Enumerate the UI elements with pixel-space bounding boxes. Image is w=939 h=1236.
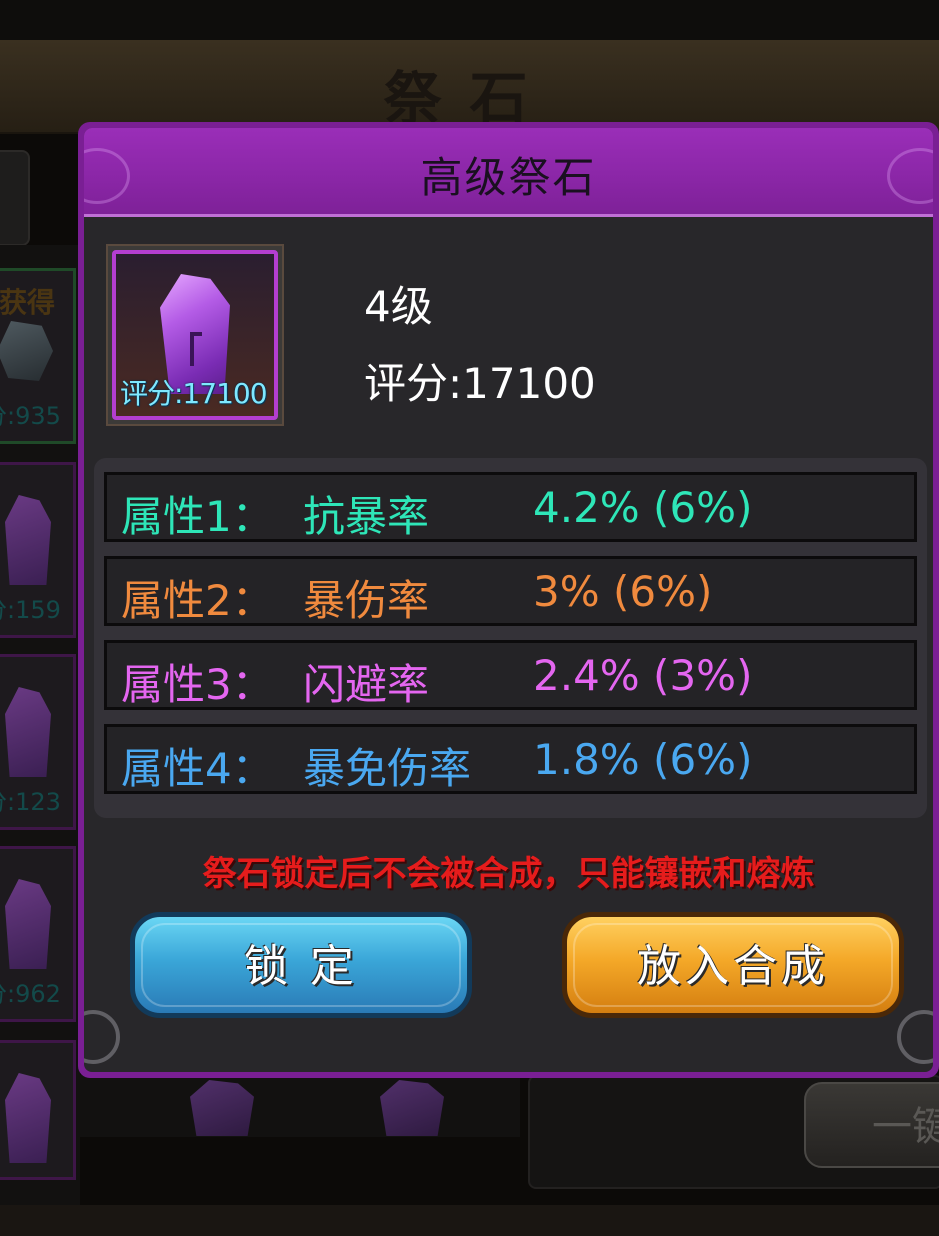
dialog-header: 高级祭石 <box>84 128 933 217</box>
add-to-merge-button[interactable]: 放入合成 <box>562 912 904 1018</box>
purple-crystal-icon <box>5 1073 51 1163</box>
lock-warning-text: 祭石锁定后不会被合成，只能镶嵌和熔炼 <box>202 854 815 894</box>
inventory-slot[interactable]: 分:123 <box>0 654 76 830</box>
attribute-list: 属性1： 抗暴率 4.2% (6%) 属性2： 暴伤率 3% (6%) 属性3：… <box>94 458 927 818</box>
attribute-label: 属性3： <box>121 660 274 709</box>
attribute-value: 1.8% (6%) <box>533 735 753 784</box>
corner-ornament <box>84 1010 120 1064</box>
slot-score: 分:935 <box>0 402 61 430</box>
attribute-value: 3% (6%) <box>533 567 713 616</box>
attribute-value: 2.4% (3%) <box>533 651 753 700</box>
corner-ornament <box>897 1010 933 1064</box>
lock-button[interactable]: 锁 定 <box>130 912 472 1018</box>
attribute-label: 属性2： <box>121 576 274 625</box>
inventory-slot[interactable]: 分:159 <box>0 462 76 638</box>
item-detail-dialog: 高级祭石 评分:17100 4级 评分:17100 属性1： 抗暴率 4.2% … <box>78 122 939 1078</box>
attribute-name: 暴伤率 <box>303 576 430 625</box>
attribute-row: 属性1： 抗暴率 4.2% (6%) <box>104 472 917 542</box>
attribute-value: 4.2% (6%) <box>533 483 753 532</box>
slot-score: 分:962 <box>0 980 61 1008</box>
item-icon-frame: 评分:17100 <box>112 250 278 420</box>
attribute-name: 闪避率 <box>303 660 430 709</box>
inventory-slot[interactable]: 获得 分:935 <box>0 268 76 444</box>
attribute-row: 属性2： 暴伤率 3% (6%) <box>104 556 917 626</box>
attribute-row: 属性3： 闪避率 2.4% (3%) <box>104 640 917 710</box>
dialog-body: 高级祭石 评分:17100 4级 评分:17100 属性1： 抗暴率 4.2% … <box>84 128 933 1072</box>
inventory-bottom-row <box>80 1075 520 1137</box>
dialog-title: 高级祭石 <box>420 153 597 202</box>
item-icon-score: 评分:17100 <box>120 377 268 410</box>
slot-score: 分:159 <box>0 596 61 624</box>
attribute-name: 抗暴率 <box>303 492 430 541</box>
top-status-bar <box>0 0 939 40</box>
rune-mark-icon <box>190 332 202 366</box>
item-score: 评分:17100 <box>364 359 596 408</box>
obtained-badge: 获得 <box>0 286 56 319</box>
one-click-button[interactable]: 一键 <box>804 1082 939 1168</box>
purple-crystal-icon <box>5 879 51 969</box>
inventory-slot[interactable] <box>0 1040 76 1180</box>
slot-score: 分:123 <box>0 788 61 816</box>
attribute-row: 属性4： 暴免伤率 1.8% (6%) <box>104 724 917 794</box>
attribute-name: 暴免伤率 <box>303 744 472 793</box>
item-icon-slot: 评分:17100 <box>106 244 284 426</box>
attribute-label: 属性4： <box>121 744 274 793</box>
grey-stone-icon <box>0 321 53 381</box>
inventory-slot[interactable]: 分:962 <box>0 846 76 1022</box>
button-inner-border <box>573 923 893 1007</box>
item-level: 4级 <box>364 282 433 331</box>
attribute-label: 属性1： <box>121 492 274 541</box>
purple-crystal-icon <box>5 495 51 585</box>
side-tab[interactable] <box>0 150 30 246</box>
footer-bar <box>0 1205 939 1236</box>
purple-crystal-icon <box>5 687 51 777</box>
button-inner-border <box>141 923 461 1007</box>
